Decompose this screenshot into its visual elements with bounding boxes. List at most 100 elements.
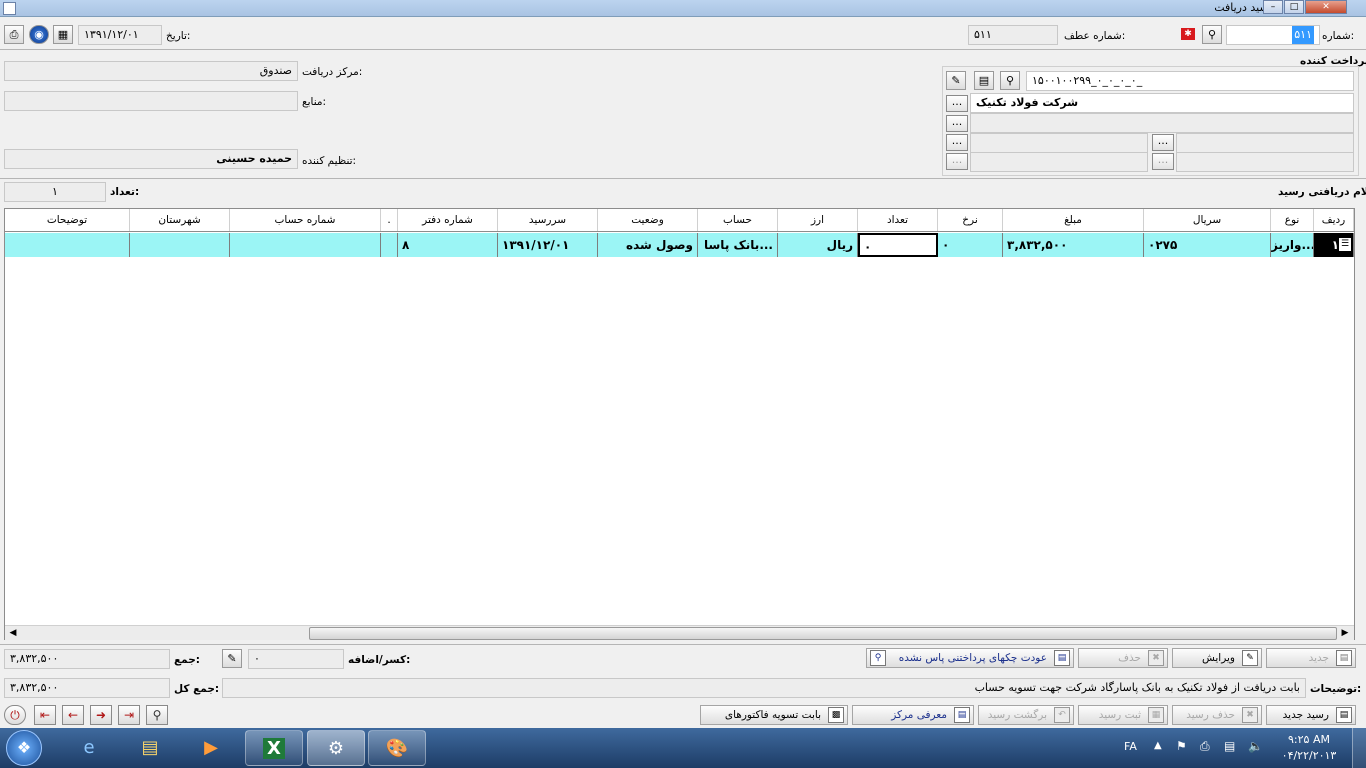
col-header-row[interactable]: ردیف [1314, 209, 1354, 231]
cell-serial[interactable]: ۰۲۷۵ [1144, 233, 1271, 257]
payer-extra-browse-button-2[interactable]: ... [946, 134, 968, 151]
col-header-amount[interactable]: مبلغ [1003, 209, 1144, 231]
close-button[interactable]: ✕ [1305, 0, 1347, 14]
search-binoculars-icon[interactable]: ⚲ [146, 705, 168, 725]
payer-name-field[interactable]: شرکت فولاد تکنیک [970, 93, 1354, 113]
window-title-bar[interactable]: رسید دریافت – □ ✕ [0, 0, 1366, 17]
payer-address-field[interactable] [970, 113, 1354, 133]
col-header-qty[interactable]: تعداد [858, 209, 938, 231]
return-receipt-button[interactable]: ↶ برگشت رسید [978, 705, 1074, 725]
receive-center-field[interactable]: صندوق [4, 61, 298, 81]
minimize-button[interactable]: – [1263, 0, 1283, 14]
payer-address-browse-button[interactable]: ... [946, 115, 968, 132]
cell-account-no[interactable] [230, 233, 381, 257]
cell-row-number[interactable]: ۱ ☰ [1314, 233, 1354, 257]
edit-item-button[interactable]: ✎ ویرایش [1172, 648, 1262, 668]
arranger-field[interactable]: حمیده حسینی [4, 149, 298, 169]
discount-edit-icon[interactable]: ✎ [222, 649, 242, 668]
cell-amount[interactable]: ۳,۸۳۲,۵۰۰ [1003, 233, 1144, 257]
cell-book-no[interactable]: ۸ [398, 233, 498, 257]
delete-receipt-button[interactable]: ✖ حذف رسید [1172, 705, 1262, 725]
paint-icon[interactable]: 🎨 [368, 730, 426, 766]
payer-extra-field-2[interactable] [970, 133, 1148, 153]
power-exit-icon[interactable]: ⏻ [4, 705, 26, 725]
payer-extra-field-4[interactable] [970, 152, 1148, 172]
source-field[interactable] [4, 91, 298, 111]
col-header-book-no[interactable]: شماره دفتر [398, 209, 498, 231]
payer-code-field[interactable]: ۱۵۰۰۱۰۰۲۹۹_۰_۰_۰_۰_ [1026, 71, 1354, 91]
cell-dot[interactable] [381, 233, 398, 257]
cell-currency[interactable]: ریال [778, 233, 858, 257]
binoculars-icon[interactable]: ⚲ [1202, 25, 1222, 44]
new-item-button[interactable]: ▤ جدید [1266, 648, 1356, 668]
next-record-icon[interactable]: ➜ [90, 705, 112, 725]
cell-rate[interactable]: ۰ [938, 233, 1003, 257]
payer-extra-browse-button-1[interactable]: ... [1152, 134, 1174, 151]
scrollbar-thumb[interactable] [309, 627, 1337, 640]
scroll-right-arrow-icon[interactable]: ▶ [1339, 627, 1351, 639]
col-header-account[interactable]: حساب [698, 209, 778, 231]
delete-item-button[interactable]: ✖ حذف [1078, 648, 1168, 668]
grid-horizontal-scrollbar[interactable]: ◀ ▶ [5, 625, 1354, 640]
clock-time[interactable]: ۹:۲۵ AM [1278, 733, 1340, 746]
col-header-rate[interactable]: نرخ [938, 209, 1003, 231]
col-header-status[interactable]: وضعیت [598, 209, 698, 231]
number-input[interactable]: ۵۱۱ [1226, 25, 1320, 45]
col-header-city[interactable]: شهرستان [130, 209, 230, 231]
return-cheques-button[interactable]: ▤ عودت چکهای پرداختنی پاس نشده ⚲ [866, 648, 1074, 668]
payer-extra-browse-button-4[interactable]: ... [946, 153, 968, 170]
description-field[interactable]: بابت دریافت از فولاد تکنیک به بانک پاسار… [222, 678, 1306, 698]
col-header-currency[interactable]: ارز [778, 209, 858, 231]
save-receipt-button[interactable]: ▦ ثبت رسید [1078, 705, 1168, 725]
previous-record-icon[interactable]: ← [62, 705, 84, 725]
clock-date[interactable]: ۰۴/۲۲/۲۰۱۳ [1276, 749, 1342, 762]
cell-status[interactable]: وصول شده [598, 233, 698, 257]
file-explorer-icon[interactable]: ▤ [121, 730, 179, 766]
device-icon[interactable]: ⎙ [1200, 739, 1210, 754]
col-header-due[interactable]: سررسید [498, 209, 598, 231]
flag-icon[interactable]: ✱ [1181, 28, 1195, 40]
cell-account[interactable]: بانک پاسا... [698, 233, 778, 257]
cell-qty[interactable]: ۰ [858, 233, 938, 257]
printer-icon[interactable]: ⎙ [4, 25, 24, 44]
discount-field[interactable]: ۰ [248, 649, 344, 669]
payer-edit-icon[interactable]: ✎ [946, 71, 966, 90]
payer-lookup-icon[interactable]: ▤ [974, 71, 994, 90]
items-grid[interactable]: ردیف نوع سریال مبلغ نرخ تعداد ارز حساب و… [4, 208, 1355, 640]
payer-name-browse-button[interactable]: ... [946, 95, 968, 112]
show-desktop-button[interactable] [1352, 728, 1366, 768]
ref-number-field[interactable]: ۵۱۱ [968, 25, 1058, 45]
window-menu-icon[interactable] [3, 2, 16, 15]
date-field[interactable]: ۱۳۹۱/۱۲/۰۱ [78, 25, 162, 45]
windows-orb-icon[interactable]: ❖ [6, 730, 42, 766]
introduce-center-button[interactable]: ▤ معرفی مرکز [852, 705, 974, 725]
settle-invoices-button[interactable]: ▩ بابت تسویه فاکتورهای [700, 705, 848, 725]
col-header-desc[interactable]: توضیحات [5, 209, 130, 231]
payer-extra-field-3[interactable] [1176, 152, 1354, 172]
first-record-icon[interactable]: ⇤ [34, 705, 56, 725]
maximize-button[interactable]: □ [1284, 0, 1304, 14]
media-player-icon[interactable]: ▶ [182, 730, 240, 766]
show-hidden-icons-icon[interactable]: ▲ [1154, 740, 1162, 751]
cell-due[interactable]: ۱۳۹۱/۱۲/۰۱ [498, 233, 598, 257]
language-indicator[interactable]: FA [1124, 740, 1137, 753]
payer-extra-browse-button-3[interactable]: ... [1152, 153, 1174, 170]
col-header-type[interactable]: نوع [1271, 209, 1314, 231]
col-header-dot[interactable]: . [381, 209, 398, 231]
excel-icon[interactable]: X [245, 730, 303, 766]
internet-explorer-icon[interactable]: e [60, 730, 118, 766]
cell-type[interactable]: واریز... [1271, 233, 1314, 257]
payer-search-icon[interactable]: ⚲ [1000, 71, 1020, 90]
accounting-app-icon[interactable]: ⚙ [307, 730, 365, 766]
action-center-flag-icon[interactable]: ⚑ [1176, 739, 1187, 753]
calendar-icon[interactable]: ▦ [53, 25, 73, 44]
col-header-account-no[interactable]: شماره حساب [230, 209, 381, 231]
payer-extra-field-1[interactable] [1176, 133, 1354, 153]
col-header-serial[interactable]: سریال [1144, 209, 1271, 231]
scroll-left-arrow-icon[interactable]: ◀ [7, 627, 19, 639]
network-icon[interactable]: ▤ [1224, 739, 1235, 753]
cell-city[interactable] [130, 233, 230, 257]
new-receipt-button[interactable]: ▤ رسید جدید [1266, 705, 1356, 725]
cell-desc[interactable] [5, 233, 130, 257]
volume-muted-icon[interactable]: 🔈 [1248, 739, 1263, 753]
